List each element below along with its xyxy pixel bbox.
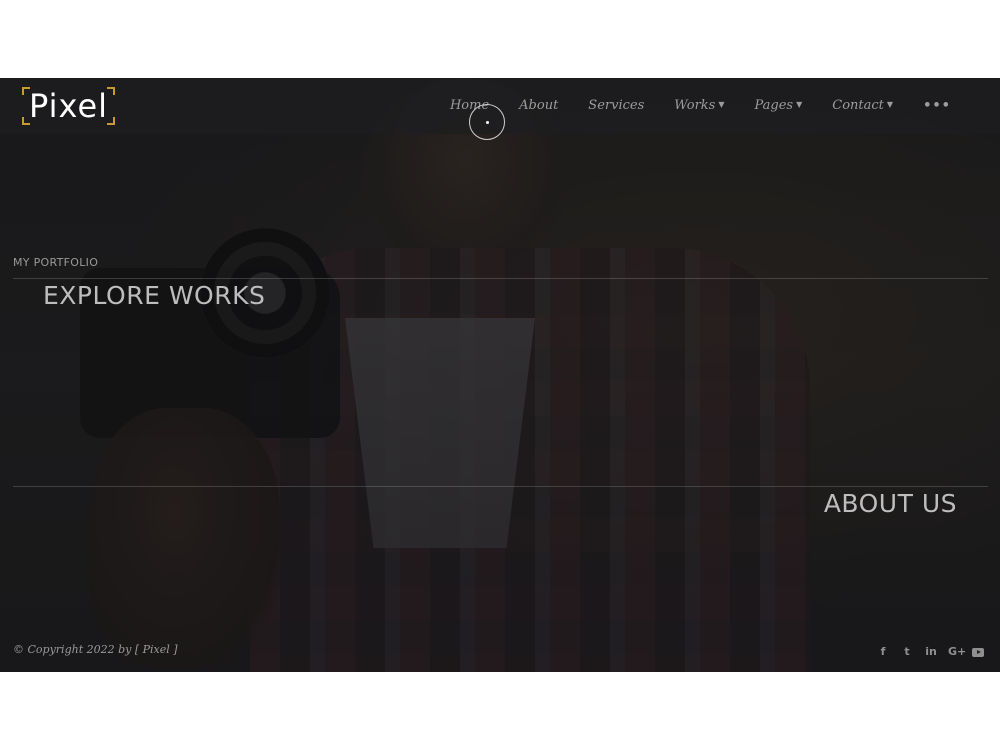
nav-item-label: Works — [674, 98, 716, 113]
cursor-dot-icon — [486, 121, 489, 124]
nav-item-label: Contact — [832, 98, 884, 113]
nav-item-services[interactable]: Services — [573, 96, 659, 115]
site-logo[interactable]: Pixel — [22, 87, 116, 125]
portfolio-kicker: MY PORTFOLIO — [13, 256, 99, 269]
twitter-icon[interactable]: t — [900, 645, 914, 659]
custom-cursor-icon — [469, 104, 505, 140]
google-plus-icon[interactable]: G+ — [948, 645, 966, 659]
nav-item-label: Services — [588, 98, 645, 113]
hero-section: Pixel Home About Services Works ▼ Pages ▼ … — [0, 78, 1000, 672]
logo-bracket-icon — [107, 117, 116, 125]
divider — [13, 486, 988, 487]
more-menu-icon[interactable]: ••• — [908, 96, 966, 115]
divider — [13, 278, 988, 279]
youtube-icon[interactable] — [972, 648, 984, 657]
logo-text: Pixel — [29, 87, 109, 125]
caret-down-icon: ▼ — [718, 100, 725, 109]
linkedin-icon[interactable]: in — [924, 645, 938, 659]
dark-overlay — [0, 78, 1000, 672]
nav-item-label: Pages — [754, 98, 794, 113]
facebook-icon[interactable]: f — [876, 645, 890, 659]
nav-item-works[interactable]: Works ▼ — [659, 96, 739, 115]
caret-down-icon: ▼ — [796, 100, 803, 109]
logo-bracket-icon — [22, 117, 30, 125]
nav-item-label: About — [519, 98, 559, 113]
caret-down-icon: ▼ — [886, 100, 894, 109]
logo-bracket-icon — [22, 87, 30, 95]
main-nav: Home About Services Works ▼ Pages ▼ Contac… — [435, 96, 966, 115]
nav-item-about[interactable]: About — [504, 96, 573, 115]
explore-works-link[interactable]: EXPLORE WORKS — [43, 281, 265, 310]
copyright-text: © Copyright 2022 by [ Pixel ] — [13, 643, 178, 656]
logo-bracket-icon — [107, 87, 116, 95]
nav-item-pages[interactable]: Pages ▼ — [740, 96, 818, 115]
nav-item-contact[interactable]: Contact ▼ — [817, 96, 908, 115]
about-us-link[interactable]: ABOUT US — [824, 489, 957, 518]
social-links: f t in G+ — [876, 645, 984, 659]
